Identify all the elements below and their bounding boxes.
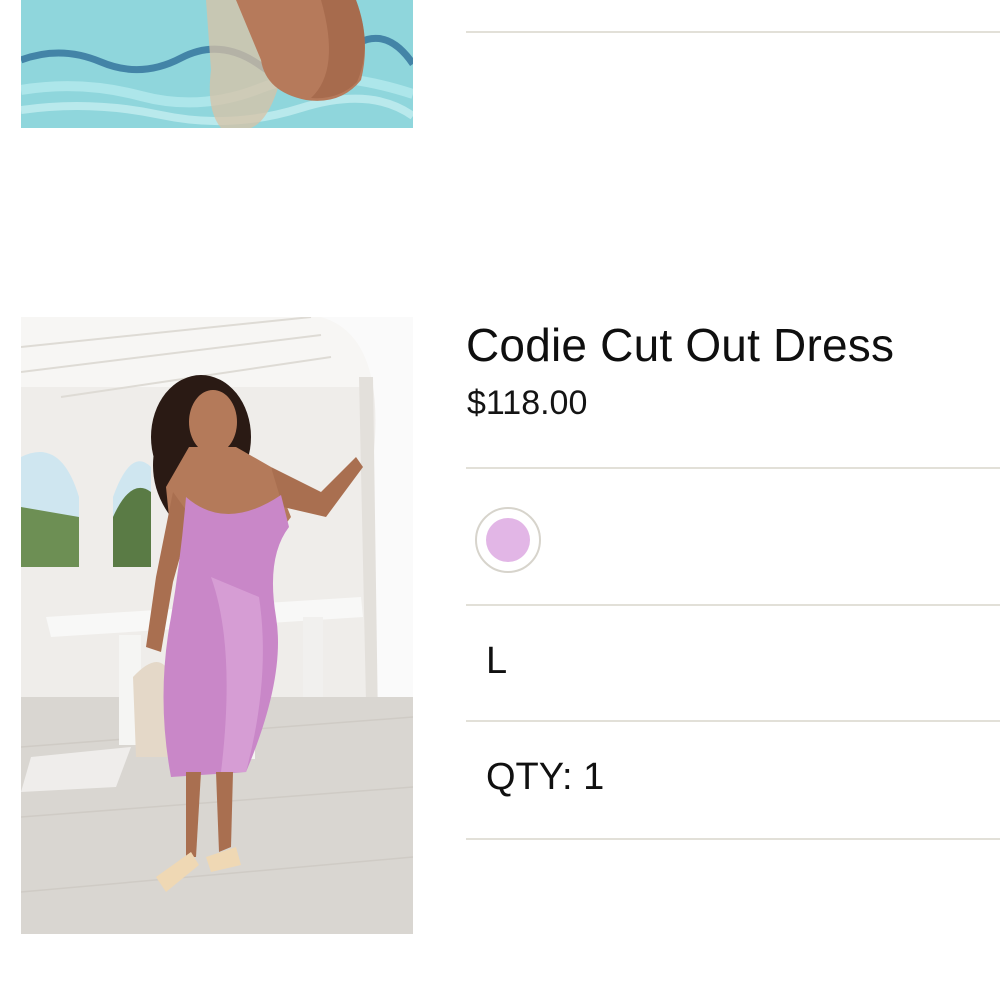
divider — [466, 604, 1000, 606]
quantity-value: 1 — [583, 756, 605, 798]
divider — [466, 31, 1000, 33]
divider — [466, 838, 1000, 840]
divider — [466, 467, 1000, 469]
product-image — [21, 317, 413, 934]
quantity-label: QTY: — [486, 756, 573, 798]
size-value[interactable]: L — [486, 640, 507, 683]
color-swatch-fill — [486, 518, 530, 562]
color-swatch-selected[interactable] — [475, 507, 541, 573]
previous-item-photo[interactable] — [21, 0, 413, 128]
product-name[interactable]: Codie Cut Out Dress — [466, 318, 894, 372]
product-price: $118.00 — [467, 384, 588, 422]
divider — [466, 720, 1000, 722]
pool-image — [21, 0, 413, 128]
product-photo[interactable] — [21, 317, 413, 934]
quantity-selector[interactable]: QTY: 1 — [486, 756, 604, 799]
